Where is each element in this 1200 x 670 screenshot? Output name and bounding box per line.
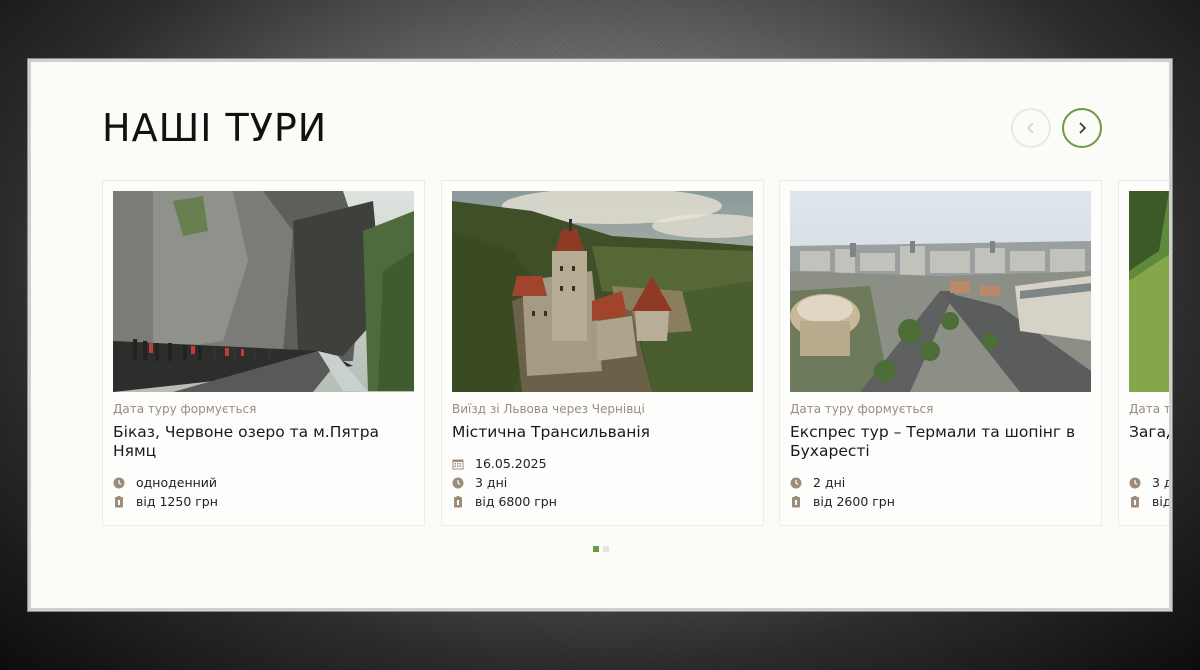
calendar-icon [452,458,464,470]
price-tag-icon [452,495,464,508]
tour-price: від [1129,494,1169,509]
tour-carousel: Дата туру формується Біказ, Червоне озер… [102,180,1171,526]
carousel-pagination [593,546,609,552]
tour-date-note: Виїзд зі Львова через Чернівці [452,402,645,416]
prev-slide-button[interactable] [1011,108,1051,148]
clock-icon [452,477,464,489]
next-slide-button[interactable] [1062,108,1102,148]
tour-image[interactable] [452,191,753,392]
tours-section: НАШІ ТУРИ Дата туру формується Біказ, Че… [28,59,1172,611]
tour-title[interactable]: Загад [1129,423,1169,442]
tour-image[interactable] [790,191,1091,392]
clock-icon [113,477,125,489]
section-title: НАШІ ТУРИ [102,106,328,150]
tour-price: від 1250 грн [113,494,218,509]
tour-title[interactable]: Експрес тур – Термали та шопінг в Бухаре… [790,423,1090,461]
tour-date: 16.05.2025 [452,456,547,471]
clock-icon [790,477,802,489]
tour-card[interactable]: Дата туру формується Біказ, Червоне озер… [102,180,425,526]
tour-image[interactable] [1129,191,1169,392]
tour-title[interactable]: Містична Трансильванія [452,423,752,442]
tour-duration: 2 дні [790,475,845,490]
tour-card[interactable]: Виїзд зі Львова через Чернівці Містична … [441,180,764,526]
tour-duration: 3 д [1129,475,1169,490]
tour-title[interactable]: Біказ, Червоне озеро та м.Пятра Нямц [113,423,413,461]
pagination-dot[interactable] [603,546,609,552]
tour-date-note: Дата ту [1129,402,1171,416]
tour-date-note: Дата туру формується [113,402,257,416]
price-tag-icon [790,495,802,508]
price-tag-icon [113,495,125,508]
pagination-dot[interactable] [593,546,599,552]
tour-image[interactable] [113,191,414,392]
price-tag-icon [1129,495,1141,508]
chevron-right-icon [1079,122,1087,134]
tour-date-note: Дата туру формується [790,402,934,416]
tour-duration: одноденний [113,475,217,490]
tour-price: від 6800 грн [452,494,557,509]
tour-card[interactable]: Дата туру формується Експрес тур – Терма… [779,180,1102,526]
clock-icon [1129,477,1141,489]
chevron-left-icon [1026,122,1034,134]
tour-card[interactable]: Дата ту Загад 3 д від [1118,180,1171,526]
tour-price: від 2600 грн [790,494,895,509]
tour-duration: 3 дні [452,475,507,490]
